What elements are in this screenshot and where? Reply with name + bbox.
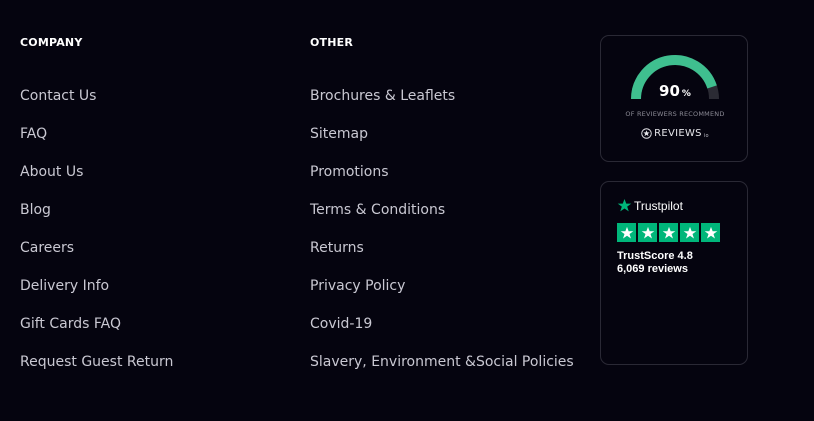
trustpilot-review-count: 6,069 reviews xyxy=(617,263,688,275)
footer-link-sitemap[interactable]: Sitemap xyxy=(310,124,574,162)
footer-link-request-guest-return[interactable]: Request Guest Return xyxy=(20,352,173,390)
footer-link-careers[interactable]: Careers xyxy=(20,238,173,276)
trustpilot-widget[interactable]: Trustpilot TrustScore 4.8 6,069 reviews xyxy=(600,181,748,365)
recommend-caption: OF REVIEWERS RECOMMEND xyxy=(625,110,725,118)
footer-link-promotions[interactable]: Promotions xyxy=(310,162,574,200)
footer-link-faq[interactable]: FAQ xyxy=(20,124,173,162)
company-links: Contact Us FAQ About Us Blog Careers Del… xyxy=(20,86,173,390)
recommend-percent: 90% xyxy=(601,82,749,100)
footer-link-slavery-environment-social-policies[interactable]: Slavery, Environment &Social Policies xyxy=(310,352,574,390)
footer-link-delivery-info[interactable]: Delivery Info xyxy=(20,276,173,314)
rating-star-icon xyxy=(659,223,678,242)
rating-star-icon xyxy=(638,223,657,242)
rating-star-icon xyxy=(617,223,636,242)
reviews-io-widget[interactable]: 90% OF REVIEWERS RECOMMEND REVIEWS io xyxy=(600,35,748,162)
other-heading: OTHER xyxy=(310,36,354,49)
trustpilot-brand: Trustpilot xyxy=(634,198,683,213)
company-heading: COMPANY xyxy=(20,36,83,49)
footer-link-about-us[interactable]: About Us xyxy=(20,162,173,200)
footer-link-blog[interactable]: Blog xyxy=(20,200,173,238)
reviews-logo-suffix: io xyxy=(703,132,709,139)
footer-link-terms-conditions[interactable]: Terms & Conditions xyxy=(310,200,574,238)
footer-link-gift-cards-faq[interactable]: Gift Cards FAQ xyxy=(20,314,173,352)
footer-link-privacy-policy[interactable]: Privacy Policy xyxy=(310,276,574,314)
reviews-logo-text: REVIEWS xyxy=(654,128,702,139)
footer-link-contact-us[interactable]: Contact Us xyxy=(20,86,173,124)
reviews-io-logo: REVIEWS io xyxy=(601,128,749,139)
footer-link-covid-19[interactable]: Covid-19 xyxy=(310,314,574,352)
footer-link-returns[interactable]: Returns xyxy=(310,238,574,276)
trustpilot-star-icon xyxy=(617,198,632,212)
trustpilot-logo: Trustpilot xyxy=(617,198,683,213)
trustscore-label: TrustScore 4.8 xyxy=(617,250,693,262)
trustpilot-rating-stars xyxy=(617,223,720,242)
other-links: Brochures & Leaflets Sitemap Promotions … xyxy=(310,86,574,390)
rating-star-icon xyxy=(701,223,720,242)
recommend-percent-value: 90 xyxy=(659,82,680,100)
rating-star-icon xyxy=(680,223,699,242)
reviews-star-icon xyxy=(641,128,652,139)
recommend-gauge xyxy=(631,55,719,100)
footer-link-brochures-leaflets[interactable]: Brochures & Leaflets xyxy=(310,86,574,124)
recommend-percent-sign: % xyxy=(681,89,691,99)
